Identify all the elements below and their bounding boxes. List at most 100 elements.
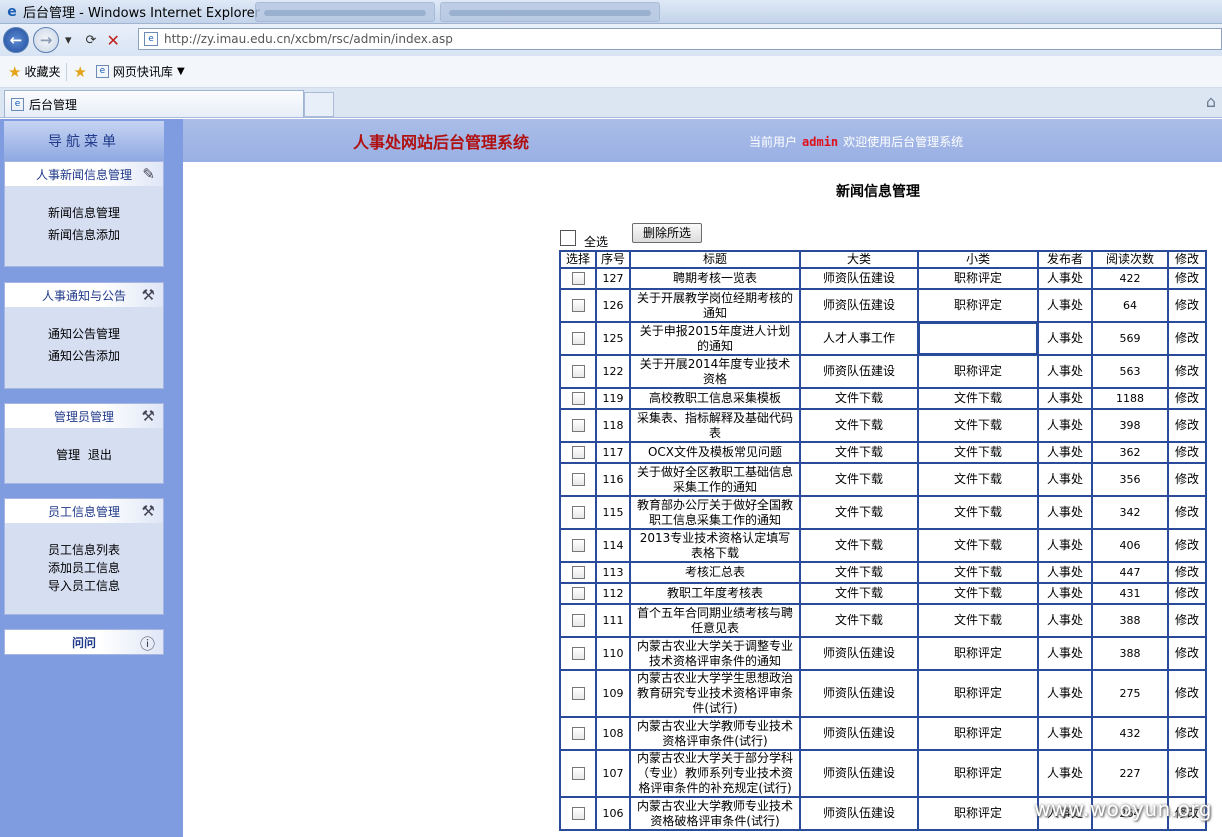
row-checkbox[interactable] bbox=[571, 647, 585, 660]
sidebar-item-staff-add[interactable]: 添加员工信息 bbox=[5, 559, 163, 577]
row-checkbox[interactable] bbox=[571, 587, 585, 600]
category-cell: 文件下载 bbox=[799, 603, 919, 638]
select-cell[interactable] bbox=[559, 561, 597, 584]
sidebar-item-staff-list[interactable]: 员工信息列表 bbox=[5, 541, 163, 559]
select-cell[interactable] bbox=[559, 749, 597, 798]
edit-link[interactable]: 修改 bbox=[1167, 636, 1207, 671]
sidebar-item-news-add[interactable]: 新闻信息添加 bbox=[5, 224, 163, 246]
select-cell[interactable] bbox=[559, 669, 597, 718]
web-slice-gallery-link[interactable]: 网页快讯库 bbox=[113, 63, 173, 80]
select-cell[interactable] bbox=[559, 636, 597, 671]
row-checkbox[interactable] bbox=[571, 299, 585, 312]
row-checkbox[interactable] bbox=[571, 446, 585, 459]
edit-link[interactable]: 修改 bbox=[1167, 354, 1207, 389]
panel-title: 人事新闻信息管理 bbox=[35, 167, 132, 182]
select-all-checkbox[interactable] bbox=[560, 229, 576, 246]
row-checkbox[interactable] bbox=[571, 539, 585, 552]
panel-ask: 问问 ⓘ bbox=[4, 629, 164, 655]
favorites-button[interactable]: 收藏夹 bbox=[24, 63, 60, 80]
new-tab-button[interactable] bbox=[304, 92, 334, 117]
select-cell[interactable] bbox=[559, 796, 597, 831]
edit-link[interactable]: 修改 bbox=[1167, 669, 1207, 718]
refresh-icon[interactable]: ⟳ bbox=[86, 33, 97, 48]
select-cell[interactable] bbox=[559, 354, 597, 389]
select-cell[interactable] bbox=[559, 288, 597, 323]
edit-link[interactable]: 修改 bbox=[1167, 267, 1207, 290]
category-cell: 文件下载 bbox=[799, 528, 919, 563]
select-cell[interactable] bbox=[559, 267, 597, 290]
edit-link[interactable]: 修改 bbox=[1167, 495, 1207, 530]
id-cell: 125 bbox=[595, 321, 631, 356]
select-cell[interactable] bbox=[559, 603, 597, 638]
edit-link[interactable]: 修改 bbox=[1167, 716, 1207, 751]
background-window-tab[interactable] bbox=[440, 2, 660, 22]
history-dropdown-icon[interactable]: ▾ bbox=[65, 33, 72, 48]
back-button[interactable]: ← bbox=[3, 27, 29, 53]
home-icon[interactable]: ⌂ bbox=[1206, 92, 1216, 111]
divider bbox=[66, 62, 68, 81]
row-checkbox[interactable] bbox=[571, 392, 585, 405]
row-checkbox[interactable] bbox=[571, 566, 585, 579]
row-checkbox[interactable] bbox=[571, 687, 585, 700]
ie-logo-icon: e bbox=[7, 3, 17, 20]
edit-link[interactable]: 修改 bbox=[1167, 387, 1207, 410]
forward-button[interactable]: → bbox=[33, 27, 59, 53]
select-cell[interactable] bbox=[559, 441, 597, 464]
edit-link[interactable]: 修改 bbox=[1167, 561, 1207, 584]
row-checkbox[interactable] bbox=[571, 614, 585, 627]
row-checkbox[interactable] bbox=[571, 272, 585, 285]
reads-cell: 432 bbox=[1091, 716, 1169, 751]
row-checkbox[interactable] bbox=[571, 767, 585, 780]
panel-header[interactable]: 人事通知与公告 ⚒ bbox=[5, 283, 163, 307]
edit-link[interactable]: 修改 bbox=[1167, 288, 1207, 323]
edit-link[interactable]: 修改 bbox=[1167, 408, 1207, 443]
sidebar-item-news-manage[interactable]: 新闻信息管理 bbox=[5, 202, 163, 224]
panel-header[interactable]: 人事新闻信息管理 ✎ bbox=[5, 162, 163, 186]
tab-admin[interactable]: e 后台管理 bbox=[4, 90, 304, 117]
table-row: 117 OCX文件及模板常见问题 文件下载 文件下载 人事处 362 修改 bbox=[559, 441, 1207, 464]
row-checkbox[interactable] bbox=[571, 365, 585, 378]
background-window-tab[interactable] bbox=[255, 2, 435, 22]
sidebar-item-logout[interactable]: 退出 bbox=[88, 448, 112, 462]
select-cell[interactable] bbox=[559, 495, 597, 530]
sidebar-item-notice-add[interactable]: 通知公告添加 bbox=[5, 345, 163, 367]
publisher-cell: 人事处 bbox=[1037, 603, 1093, 638]
edit-link[interactable]: 修改 bbox=[1167, 528, 1207, 563]
select-all[interactable]: 全选 bbox=[560, 225, 608, 250]
sidebar-item-notice-manage[interactable]: 通知公告管理 bbox=[5, 323, 163, 345]
select-cell[interactable] bbox=[559, 387, 597, 410]
address-bar[interactable]: e http://zy.imau.edu.cn/xcbm/rsc/admin/i… bbox=[138, 28, 1222, 50]
title-cell: 2013专业技术资格认定填写表格下载 bbox=[629, 528, 801, 563]
select-cell[interactable] bbox=[559, 528, 597, 563]
row-checkbox[interactable] bbox=[571, 419, 585, 432]
chevron-down-icon[interactable]: ▼ bbox=[177, 66, 185, 77]
edit-link[interactable]: 修改 bbox=[1167, 749, 1207, 798]
edit-link[interactable]: 修改 bbox=[1167, 603, 1207, 638]
row-checkbox[interactable] bbox=[571, 807, 585, 820]
panel-admin: 管理员管理 ⚒ 管理 退出 bbox=[4, 403, 164, 484]
favorites-star-icon[interactable]: ★ bbox=[8, 63, 21, 81]
add-favorite-icon[interactable]: ★ bbox=[73, 63, 86, 81]
panel-header[interactable]: 管理员管理 ⚒ bbox=[5, 404, 163, 428]
delete-selected-button[interactable]: 删除所选 bbox=[632, 223, 702, 243]
sidebar-item-admin-manage[interactable]: 管理 bbox=[56, 448, 80, 462]
category-cell: 师资队伍建设 bbox=[799, 749, 919, 798]
select-cell[interactable] bbox=[559, 408, 597, 443]
row-checkbox[interactable] bbox=[571, 332, 585, 345]
panel-header[interactable]: 问问 ⓘ bbox=[5, 630, 163, 654]
edit-link[interactable]: 修改 bbox=[1167, 462, 1207, 497]
select-cell[interactable] bbox=[559, 321, 597, 356]
edit-link[interactable]: 修改 bbox=[1167, 321, 1207, 356]
id-cell: 111 bbox=[595, 603, 631, 638]
select-cell[interactable] bbox=[559, 582, 597, 605]
edit-link[interactable]: 修改 bbox=[1167, 441, 1207, 464]
edit-link[interactable]: 修改 bbox=[1167, 582, 1207, 605]
select-cell[interactable] bbox=[559, 716, 597, 751]
panel-header[interactable]: 员工信息管理 ⚒ bbox=[5, 499, 163, 523]
stop-icon[interactable]: ✕ bbox=[106, 31, 119, 50]
row-checkbox[interactable] bbox=[571, 727, 585, 740]
select-cell[interactable] bbox=[559, 462, 597, 497]
sidebar-item-staff-import[interactable]: 导入员工信息 bbox=[5, 577, 163, 595]
row-checkbox[interactable] bbox=[571, 506, 585, 519]
row-checkbox[interactable] bbox=[571, 473, 585, 486]
